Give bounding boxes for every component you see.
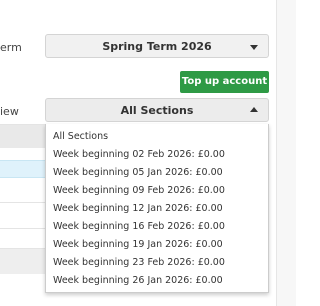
background-footer-row	[0, 248, 48, 274]
chevron-up-icon	[250, 107, 258, 112]
dropdown-option[interactable]: Week beginning 16 Feb 2026: £0.00	[46, 218, 268, 236]
dropdown-option[interactable]: Week beginning 05 Jan 2026: £0.00	[46, 164, 268, 182]
dropdown-option[interactable]: All Sections	[46, 128, 268, 146]
background-table-header	[0, 124, 48, 148]
dropdown-option[interactable]: Week beginning 23 Feb 2026: £0.00	[46, 254, 268, 272]
dropdown-option[interactable]: Week beginning 02 Feb 2026: £0.00	[46, 146, 268, 164]
dropdown-option[interactable]: Week beginning 19 Jan 2026: £0.00	[46, 236, 268, 254]
background-highlight-row	[0, 160, 48, 178]
dropdown-option[interactable]: Week beginning 12 Jan 2026: £0.00	[46, 200, 268, 218]
view-dropdown-list: All Sections Week beginning 02 Feb 2026:…	[45, 124, 269, 293]
term-select[interactable]: Spring Term 2026	[45, 34, 269, 58]
view-select-value: All Sections	[120, 104, 194, 117]
dropdown-option[interactable]: Week beginning 26 Jan 2026: £0.00	[46, 272, 268, 290]
chevron-down-icon	[250, 45, 258, 50]
view-label: iew	[0, 105, 19, 118]
term-label: erm	[0, 41, 22, 54]
background-divider	[0, 202, 48, 203]
term-select-value: Spring Term 2026	[102, 40, 212, 53]
dropdown-option[interactable]: Week beginning 09 Feb 2026: £0.00	[46, 182, 268, 200]
top-up-account-button[interactable]: Top up account	[180, 71, 269, 93]
page: erm Spring Term 2026 Top up account iew …	[0, 0, 296, 306]
side-panel-edge	[276, 0, 296, 306]
view-select[interactable]: All Sections	[45, 98, 269, 122]
background-divider	[0, 228, 48, 229]
